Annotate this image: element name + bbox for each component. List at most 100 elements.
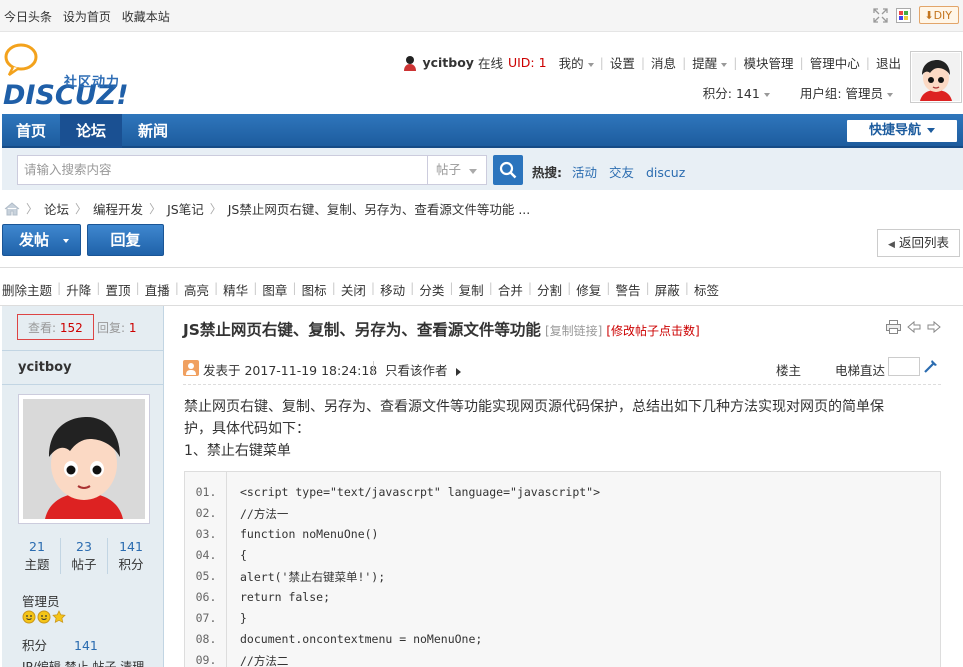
goto-floor-input[interactable] — [888, 357, 920, 376]
score-dropdown[interactable]: 积分: 141 — [703, 83, 770, 102]
top-link-set-homepage[interactable]: 设为首页 — [63, 10, 111, 24]
mod-stamp[interactable]: 图章 — [262, 280, 287, 299]
menu-reminders[interactable]: 提醒 — [692, 53, 727, 72]
post-paragraph: 1、禁止右键菜单 — [184, 443, 291, 459]
header-avatar[interactable] — [910, 51, 962, 103]
menu-module-admin[interactable]: 模块管理 — [744, 53, 794, 72]
mod-delete[interactable]: 删除主题 — [2, 280, 52, 299]
nav-news[interactable]: 新闻 — [122, 114, 184, 148]
thread-title-row: JS禁止网页右键、复制、另存为、查看源文件等功能 [复制链接] [修改帖子点击数] — [183, 318, 700, 340]
mod-warn[interactable]: 警告 — [616, 280, 641, 299]
mod-ban[interactable]: 屏蔽 — [655, 280, 680, 299]
author-sidebar: 查看: 152 回复: 1 ycitboy 21 主题 23 帖子 141 积分 管理… — [2, 306, 164, 667]
search-icon — [499, 161, 517, 179]
post-body: 禁止网页右键、复制、另存为、查看源文件等功能实现网页源代码保护，总结出如下几种方… — [184, 397, 944, 463]
mod-merge[interactable]: 合并 — [498, 280, 523, 299]
author-avatar[interactable] — [18, 394, 150, 524]
avatar-face-icon — [23, 399, 145, 519]
goto-floor-label: 电梯直达 — [834, 363, 885, 378]
thread-title: JS禁止网页右键、复制、另存为、查看源文件等功能 — [183, 321, 541, 339]
user-group-dropdown[interactable]: 用户组: 管理员 — [800, 83, 893, 102]
home-icon[interactable] — [4, 201, 20, 216]
hot-search-item[interactable]: 活动 — [572, 165, 597, 180]
search-input[interactable]: 请输入搜索内容 — [17, 155, 427, 185]
modify-clicks-link[interactable]: [修改帖子点击数] — [606, 324, 699, 338]
author-stat-posts[interactable]: 23 帖子 — [61, 538, 108, 574]
mod-classify[interactable]: 分类 — [419, 280, 444, 299]
nav-home[interactable]: 首页 — [2, 114, 60, 148]
code-block: 01. <script type="text/javascrpt" languag… — [184, 471, 941, 667]
mod-icon[interactable]: 图标 — [302, 280, 327, 299]
diy-button[interactable]: ⬇DIY — [919, 6, 959, 24]
sun-rank-icon — [37, 610, 51, 624]
goto-floor-icon[interactable] — [923, 358, 939, 374]
top-link-headlines[interactable]: 今日头条 — [4, 10, 52, 24]
breadcrumb: 〉论坛 〉编程开发 〉 JS笔记 〉 JS禁止网页右键、复制、另存为、查看源文件等功… — [4, 199, 530, 218]
post-paragraph: 禁止网页右键、复制、另存为、查看源文件等功能实现网页源代码保护，总结出如下几种方… — [184, 399, 884, 415]
author-admin-links[interactable]: IP/编辑 禁止 帖子 清理 — [22, 658, 162, 667]
breadcrumb-board[interactable]: JS笔记 — [167, 199, 204, 218]
mod-copy[interactable]: 复制 — [459, 280, 484, 299]
menu-logout[interactable]: 退出 — [876, 53, 901, 72]
menu-admin-center[interactable]: 管理中心 — [810, 53, 860, 72]
code-line-number: 04. — [195, 548, 217, 562]
mod-live[interactable]: 直播 — [145, 280, 170, 299]
code-line: //方法一 — [240, 507, 289, 521]
mod-close[interactable]: 关闭 — [341, 280, 366, 299]
site-logo[interactable]: DISCUZ! 社区动力 — [3, 41, 133, 111]
post-time: 发表于 2017-11-19 18:24:18 — [203, 363, 378, 378]
mod-digest[interactable]: 精华 — [223, 280, 248, 299]
next-thread-icon[interactable] — [927, 320, 941, 334]
top-link-bookmark[interactable]: 收藏本站 — [122, 10, 170, 24]
code-line: document.oncontextmenu = noMenuOne; — [240, 632, 483, 646]
fullscreen-icon[interactable] — [873, 7, 888, 23]
author-name[interactable]: ycitboy — [18, 360, 72, 375]
print-icon[interactable] — [886, 320, 901, 334]
code-line-number: 09. — [195, 653, 217, 667]
only-author-link[interactable]: 只看该作者 — [385, 360, 461, 379]
mod-sticky[interactable]: 置顶 — [105, 280, 130, 299]
mod-split[interactable]: 分割 — [537, 280, 562, 299]
search-button[interactable] — [493, 155, 523, 185]
hot-search-item[interactable]: discuz — [646, 165, 685, 180]
back-arrow-icon: ◀ — [888, 240, 895, 250]
menu-settings[interactable]: 设置 — [610, 53, 635, 72]
author-score: 积分 141 — [22, 638, 98, 653]
hot-search: 热搜: 活动 交友 discuz — [532, 162, 693, 181]
mod-tags[interactable]: 标签 — [694, 280, 719, 299]
code-line-number: 07. — [195, 611, 217, 625]
search-type-select[interactable]: 帖子 — [427, 155, 487, 185]
quick-nav-button[interactable]: 快捷导航 — [847, 120, 957, 142]
code-line-number: 02. — [195, 506, 217, 520]
diy-arrow-icon: ⬇ — [924, 9, 934, 22]
author-group[interactable]: 管理员 — [22, 591, 60, 610]
breadcrumb-forum[interactable]: 论坛 — [44, 199, 69, 218]
copy-link[interactable]: [复制链接] — [545, 324, 602, 338]
author-stat-threads[interactable]: 21 主题 — [14, 538, 61, 574]
prev-thread-icon[interactable] — [907, 320, 921, 334]
menu-messages[interactable]: 消息 — [651, 53, 676, 72]
menu-my[interactable]: 我的 — [559, 53, 594, 72]
uid-label: UID: 1 — [507, 55, 547, 70]
nav-forum[interactable]: 论坛 — [60, 114, 122, 148]
code-line: function noMenuOne() — [240, 527, 379, 541]
hot-search-label: 热搜: — [532, 165, 562, 180]
mod-repair[interactable]: 修复 — [576, 280, 601, 299]
mod-highlight[interactable]: 高亮 — [184, 280, 209, 299]
hot-search-item[interactable]: 交友 — [609, 165, 634, 180]
post-paragraph: 护，具体代码如下： — [184, 420, 310, 437]
reply-button[interactable]: 回复 — [87, 224, 164, 256]
replies-count: 回复: 1 — [97, 321, 137, 335]
new-post-button[interactable]: 发帖 — [2, 224, 81, 256]
breadcrumb-thread[interactable]: JS禁止网页右键、复制、另存为、查看源文件等功能 ... — [228, 199, 531, 218]
username-link[interactable]: ycitboy — [422, 55, 474, 70]
author-stat-score[interactable]: 141 积分 — [108, 538, 154, 574]
breadcrumb-category[interactable]: 编程开发 — [93, 199, 143, 218]
mod-move[interactable]: 移动 — [380, 280, 405, 299]
style-switch-icon[interactable] — [896, 7, 912, 23]
code-line-number: 08. — [195, 632, 217, 646]
mod-bump[interactable]: 升降 — [66, 280, 91, 299]
back-to-list-button[interactable]: ◀ 返回列表 — [877, 229, 960, 257]
post-floor[interactable]: 楼主 — [776, 360, 801, 379]
thread-tools — [886, 320, 941, 334]
